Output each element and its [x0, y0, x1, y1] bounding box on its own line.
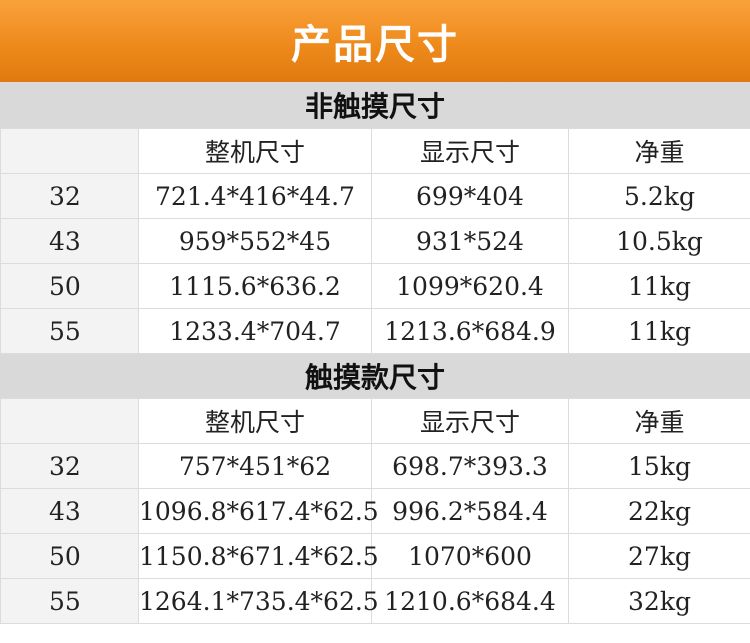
net-weight-cell: 11kg	[568, 308, 750, 354]
table-row: 43 1096.8*617.4*62.5 996.2*584.4 22kg	[0, 488, 750, 534]
model-cell: 50	[0, 263, 139, 309]
table-row: 55 1233.4*704.7 1213.6*684.9 11kg	[0, 308, 750, 354]
size-table-non-touch: 整机尺寸 显示尺寸 净重 32 721.4*416*44.7 699*404 5…	[0, 128, 750, 354]
size-table-touch: 整机尺寸 显示尺寸 净重 32 757*451*62 698.7*393.3 1…	[0, 398, 750, 624]
section-header-non-touch: 非触摸尺寸	[0, 82, 750, 128]
table-row: 43 959*552*45 931*524 10.5kg	[0, 218, 750, 264]
display-size-cell: 1070*600	[371, 533, 569, 579]
page-title: 产品尺寸	[0, 0, 750, 82]
table-row: 55 1264.1*735.4*62.5 1210.6*684.4 32kg	[0, 578, 750, 624]
overall-size-cell: 1233.4*704.7	[138, 308, 372, 354]
column-header-overall-size: 整机尺寸	[138, 128, 372, 174]
table-row: 50 1150.8*671.4*62.5 1070*600 27kg	[0, 533, 750, 579]
overall-size-cell: 757*451*62	[138, 443, 372, 489]
net-weight-cell: 15kg	[568, 443, 750, 489]
column-header-net-weight: 净重	[568, 398, 750, 444]
table-row: 32 757*451*62 698.7*393.3 15kg	[0, 443, 750, 489]
display-size-cell: 1210.6*684.4	[371, 578, 569, 624]
display-size-cell: 1099*620.4	[371, 263, 569, 309]
table-header-row: 整机尺寸 显示尺寸 净重	[0, 128, 750, 174]
overall-size-cell: 1264.1*735.4*62.5	[138, 578, 379, 624]
overall-size-cell: 721.4*416*44.7	[138, 173, 372, 219]
column-header-model	[0, 398, 139, 444]
net-weight-cell: 11kg	[568, 263, 750, 309]
display-size-cell: 1213.6*684.9	[371, 308, 569, 354]
net-weight-cell: 27kg	[568, 533, 750, 579]
model-cell: 32	[0, 173, 139, 219]
net-weight-cell: 10.5kg	[568, 218, 750, 264]
model-cell: 43	[0, 218, 139, 264]
model-cell: 43	[0, 488, 139, 534]
overall-size-cell: 959*552*45	[138, 218, 372, 264]
section-header-touch: 触摸款尺寸	[0, 354, 750, 398]
net-weight-cell: 5.2kg	[568, 173, 750, 219]
display-size-cell: 996.2*584.4	[371, 488, 569, 534]
model-cell: 55	[0, 308, 139, 354]
net-weight-cell: 32kg	[568, 578, 750, 624]
column-header-display-size: 显示尺寸	[371, 128, 569, 174]
column-header-model	[0, 128, 139, 174]
column-header-display-size: 显示尺寸	[371, 398, 569, 444]
overall-size-cell: 1115.6*636.2	[138, 263, 372, 309]
model-cell: 32	[0, 443, 139, 489]
model-cell: 55	[0, 578, 139, 624]
column-header-net-weight: 净重	[568, 128, 750, 174]
table-row: 50 1115.6*636.2 1099*620.4 11kg	[0, 263, 750, 309]
table-row: 32 721.4*416*44.7 699*404 5.2kg	[0, 173, 750, 219]
table-header-row: 整机尺寸 显示尺寸 净重	[0, 398, 750, 444]
overall-size-cell: 1150.8*671.4*62.5	[138, 533, 379, 579]
overall-size-cell: 1096.8*617.4*62.5	[138, 488, 379, 534]
display-size-cell: 931*524	[371, 218, 569, 264]
display-size-cell: 698.7*393.3	[371, 443, 569, 489]
model-cell: 50	[0, 533, 139, 579]
net-weight-cell: 22kg	[568, 488, 750, 534]
column-header-overall-size: 整机尺寸	[138, 398, 372, 444]
display-size-cell: 699*404	[371, 173, 569, 219]
